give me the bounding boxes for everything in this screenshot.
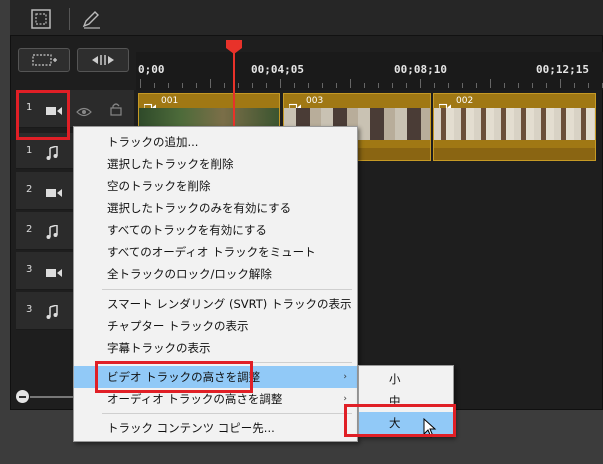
context-menu: トラックの追加... 選択したトラックを削除 空のトラックを削除 選択したトラッ… [73,126,358,442]
ruler-tick [476,83,477,88]
lock-icon[interactable] [110,101,122,120]
ruler-tick [322,83,323,88]
clip-thumbnail [434,108,595,140]
ruler-label: 00;08;10 [394,63,447,76]
ruler-tick [168,83,169,88]
video-camera-icon [46,264,62,283]
ruler-tick [434,83,435,88]
ruler-tick [504,83,505,88]
track-number: 2 [26,184,33,195]
track-number: 2 [26,224,33,235]
ruler-tick [154,83,155,88]
video-camera-icon [46,184,62,203]
menu-item-delete-selected-track[interactable]: 選択したトラックを削除 [74,153,357,175]
pen-icon[interactable] [80,8,102,30]
ruler-tick [210,79,211,88]
toolbar-divider [69,8,70,30]
track-number: 1 [26,145,33,156]
clip-label: 001 [161,96,179,106]
ruler-tick [420,79,421,88]
ruler-tick [196,83,197,88]
music-note-icon [46,224,58,243]
clip-label: 003 [306,96,324,106]
ruler-tick [266,83,267,88]
ruler-tick [336,83,337,88]
ruler-tick [532,83,533,88]
submenu-item-small[interactable]: 小 [359,368,453,390]
ruler-tick [448,83,449,88]
ruler-label: 0;00 [138,63,165,76]
menu-item-enable-selected-only[interactable]: 選択したトラックのみを有効にする [74,197,357,219]
ruler-tick [560,79,561,88]
ruler-tick [574,83,575,88]
menu-item-enable-all-tracks[interactable]: すべてのトラックを有効にする [74,219,357,241]
ruler-tick [518,83,519,88]
menu-item-lock-unlock-all[interactable]: 全トラックのロック/ロック解除 [74,263,357,285]
menu-item-delete-empty-tracks[interactable]: 空のトラックを削除 [74,175,357,197]
add-track-button[interactable] [18,48,70,72]
menu-item-add-track[interactable]: トラックの追加... [74,131,357,153]
ruler-tick [490,79,491,88]
timeline-ruler[interactable]: 0;00 00;04;05 00;08;10 00;12;15 [136,52,603,90]
ruler-tick [462,83,463,88]
ruler-tick [140,79,141,88]
ruler-tick [350,79,351,88]
ruler-tick [280,79,281,88]
menu-item-mute-all-audio[interactable]: すべてのオーディオ トラックをミュート [74,241,357,263]
timeline-toolbar [10,0,603,36]
video-clip[interactable]: 002 [433,93,596,161]
ruler-tick [392,83,393,88]
menu-item-copy-track-content[interactable]: トラック コンテンツ コピー先... [74,417,357,439]
menu-separator [102,289,352,290]
highlight-box-large-item [344,404,456,437]
ruler-tick [546,83,547,88]
highlight-box-video-height-item [95,361,253,393]
ruler-tick [588,83,589,88]
menu-separator [102,413,352,414]
ruler-tick [406,83,407,88]
music-note-icon [46,304,58,323]
zoom-out-button[interactable] [16,390,29,403]
clip-label: 002 [456,96,474,106]
ruler-tick [182,83,183,88]
ruler-label: 00;12;15 [536,63,589,76]
menu-item-show-svrt-track[interactable]: スマート レンダリング (SVRT) トラックの表示 [74,293,357,315]
ruler-tick [252,83,253,88]
clip-audio-waveform [434,148,595,160]
submenu-arrow-icon: › [343,372,347,382]
music-note-icon [46,145,58,164]
fit-timeline-icon[interactable] [30,8,52,30]
ruler-tick [238,83,239,88]
eye-icon[interactable] [76,103,92,122]
menu-item-show-subtitle-track[interactable]: 字幕トラックの表示 [74,337,357,359]
ruler-tick [378,83,379,88]
ruler-tick [308,83,309,88]
menu-item-label: オーディオ トラックの高さを調整 [107,392,283,406]
fit-clips-button[interactable] [77,48,129,72]
ruler-label: 00;04;05 [251,63,304,76]
track-number: 3 [26,264,33,275]
track-number: 3 [26,304,33,315]
highlight-box-track-1 [16,90,70,140]
ruler-tick [364,83,365,88]
ruler-tick [294,83,295,88]
menu-item-show-chapter-track[interactable]: チャプター トラックの表示 [74,315,357,337]
ruler-tick [224,83,225,88]
